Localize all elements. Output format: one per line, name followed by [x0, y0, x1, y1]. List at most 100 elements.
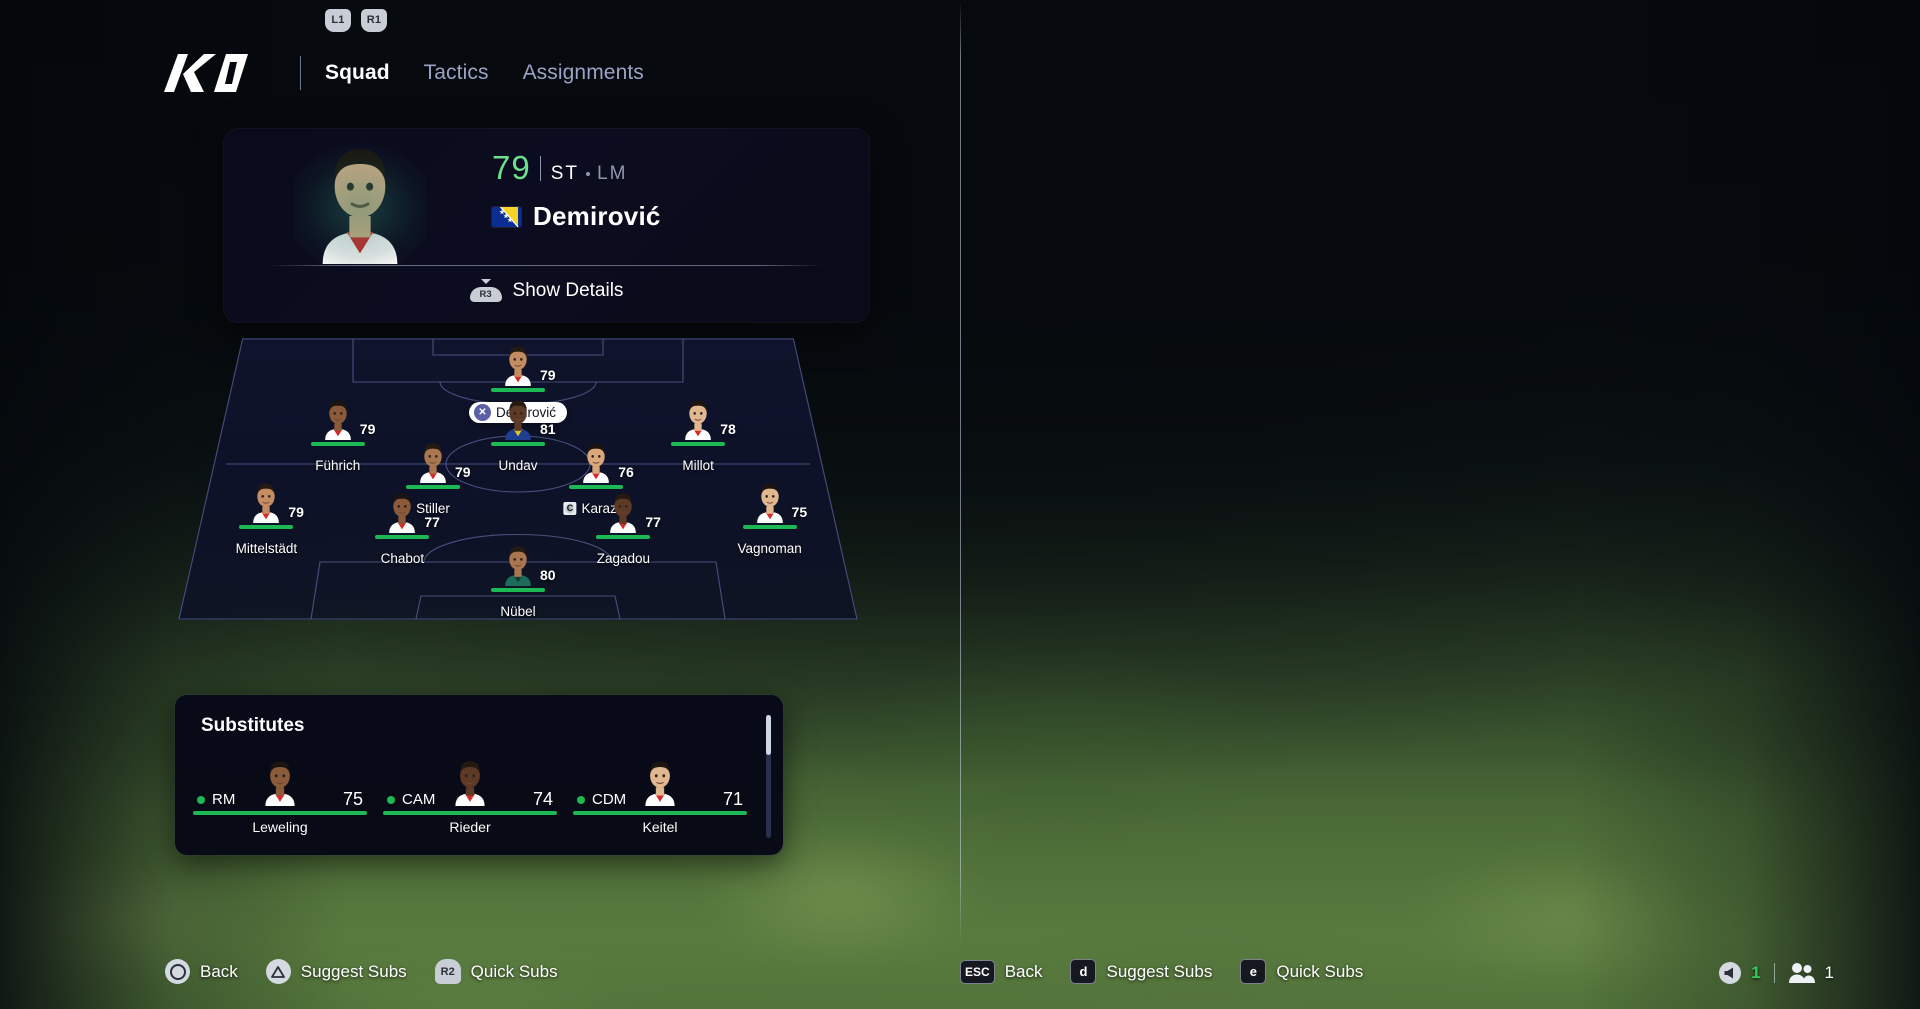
player-position-primary: ST: [550, 163, 579, 184]
player-chemistry-bar: [671, 441, 726, 446]
substitute-item[interactable]: CAM 74 Rieder: [375, 753, 565, 848]
player-rating: 77: [645, 513, 661, 530]
player-face: [498, 542, 538, 587]
player-position-alt: LM: [597, 163, 628, 184]
player-name-text: Undav: [498, 457, 538, 473]
substitute-face: [259, 756, 301, 806]
volume-value: 1: [1751, 963, 1761, 982]
substitutes-title: Substitutes: [201, 715, 305, 736]
player-chemistry-bar: [375, 534, 430, 539]
player-face: [246, 479, 286, 523]
tab-squad[interactable]: Squad: [325, 61, 390, 85]
hint-quick-subs[interactable]: e Quick Subs: [1240, 959, 1363, 984]
player-rating: 75: [791, 503, 808, 520]
r3-button-label: R3: [469, 287, 502, 302]
players-indicator: 1: [1788, 962, 1834, 984]
player-name-tag: Nübel: [500, 604, 535, 619]
player-face: [318, 396, 358, 440]
header-separator: [300, 56, 301, 90]
right-stick-icon: R3: [469, 279, 502, 303]
player-name-text: Mittelstädt: [235, 540, 298, 556]
prompt-key-l1[interactable]: L1: [325, 9, 351, 32]
player-detail-card: 79 ST LM Demirović R3 Show Details: [224, 129, 869, 322]
hints-right: ESC Back d Suggest Subs e Quick Subs: [960, 959, 1363, 984]
panel-left: L1 R1 Squad Tactics Assignments 79 ST LM Demirov…: [0, 0, 960, 945]
circle-button-icon: [165, 959, 190, 984]
hint-label: Quick Subs: [470, 961, 558, 981]
substitute-position-text: RM: [212, 791, 236, 808]
hint-back[interactable]: Back: [165, 959, 238, 984]
substitute-position: RM: [197, 791, 235, 808]
hint-back[interactable]: ESC Back: [960, 959, 1043, 984]
player-name-tag: Undav: [498, 458, 537, 473]
tab-assignments[interactable]: Assignments: [523, 61, 644, 85]
show-details-label: Show Details: [512, 280, 624, 301]
position-status-led: [577, 795, 585, 804]
player-rating-row: 79 ST LM: [492, 149, 661, 187]
player-rating: 77: [424, 513, 440, 530]
player-name-tag: Zagadou: [597, 551, 650, 566]
volume-indicator: 1: [1718, 961, 1761, 985]
hint-suggest-subs[interactable]: d Suggest Subs: [1070, 959, 1212, 984]
position-status-led: [387, 795, 395, 804]
player-name-text: Nübel: [500, 604, 536, 620]
player-chemistry-bar: [310, 441, 365, 446]
position-separator-dot: [586, 172, 590, 176]
substitute-chemistry-bar: [193, 811, 367, 815]
player-overall-rating: 79: [492, 149, 531, 186]
speaker-icon: [1718, 961, 1742, 985]
player-face: [678, 396, 718, 440]
player-rating: 78: [720, 420, 736, 437]
substitute-chemistry-bar: [383, 811, 557, 815]
show-details-button[interactable]: R3 Show Details: [224, 279, 869, 303]
triangle-button-icon: [265, 959, 291, 984]
player-portrait: [294, 136, 426, 264]
player-chemistry-bar: [491, 388, 545, 393]
scrollbar-thumb[interactable]: [766, 715, 771, 755]
player-rating: 80: [540, 567, 556, 584]
substitute-item[interactable]: RM 75 Leweling: [185, 753, 375, 848]
prompt-key-r1[interactable]: R1: [361, 9, 387, 32]
hint-label: Back: [200, 961, 238, 981]
substitute-position-text: CAM: [402, 791, 436, 808]
player-name-tag: Mittelstädt: [236, 541, 298, 556]
hint-label: Suggest Subs: [300, 961, 407, 981]
substitute-face: [639, 756, 681, 806]
player-chemistry-bar: [491, 441, 545, 446]
hints-left: Back Suggest Subs R2 Quick Subs: [165, 959, 558, 984]
player-name: Demirović: [533, 201, 661, 231]
tab-tactics[interactable]: Tactics: [424, 61, 489, 85]
rating-divider: [539, 155, 541, 181]
player-name-tag: Vagnoman: [737, 541, 801, 556]
player-chemistry-bar: [596, 534, 651, 539]
player-chemistry-bar: [491, 588, 545, 593]
player-rating: 79: [540, 367, 556, 384]
substitute-item[interactable]: CDM 71 Keitel: [565, 753, 755, 848]
key-icon-d: d: [1070, 959, 1097, 984]
nation-flag-icon: [492, 206, 521, 227]
hint-label: Back: [1004, 961, 1043, 981]
player-face: [382, 489, 422, 533]
player-name-text: Zagadou: [596, 550, 651, 566]
cross-button-icon: ✕: [473, 404, 491, 422]
player-face: [413, 439, 453, 484]
substitute-rating: 71: [722, 789, 743, 809]
player-name-tag: Führich: [315, 458, 360, 473]
shoulder-button-icon: R2: [434, 959, 461, 984]
player-positions: ST LM: [551, 163, 628, 185]
bottom-action-bar: Back Suggest Subs R2 Quick Subs ESC Back d Sug…: [0, 945, 1920, 1009]
substitutes-scrollbar[interactable]: [766, 715, 771, 838]
hint-quick-subs[interactable]: R2 Quick Subs: [434, 959, 558, 984]
app-logo: [164, 50, 248, 96]
substitute-position: CAM: [387, 791, 435, 808]
substitute-chemistry-bar: [573, 811, 747, 815]
chevron-down-icon: [480, 279, 491, 284]
prompt-keys-left: L1 R1: [325, 9, 387, 32]
pitch-left: 79✕Demirović79Führich81Undav78Millot79St…: [178, 338, 858, 620]
player-name-tag: Chabot: [381, 551, 425, 566]
player-rating: 81: [540, 420, 556, 437]
player-face: [498, 396, 538, 440]
hint-suggest-subs[interactable]: Suggest Subs: [265, 959, 407, 984]
hint-label: Quick Subs: [1276, 961, 1364, 981]
substitutes-list: RM 75 Leweling CAM 74 Rieder CDM 71 Keitel: [185, 753, 755, 848]
